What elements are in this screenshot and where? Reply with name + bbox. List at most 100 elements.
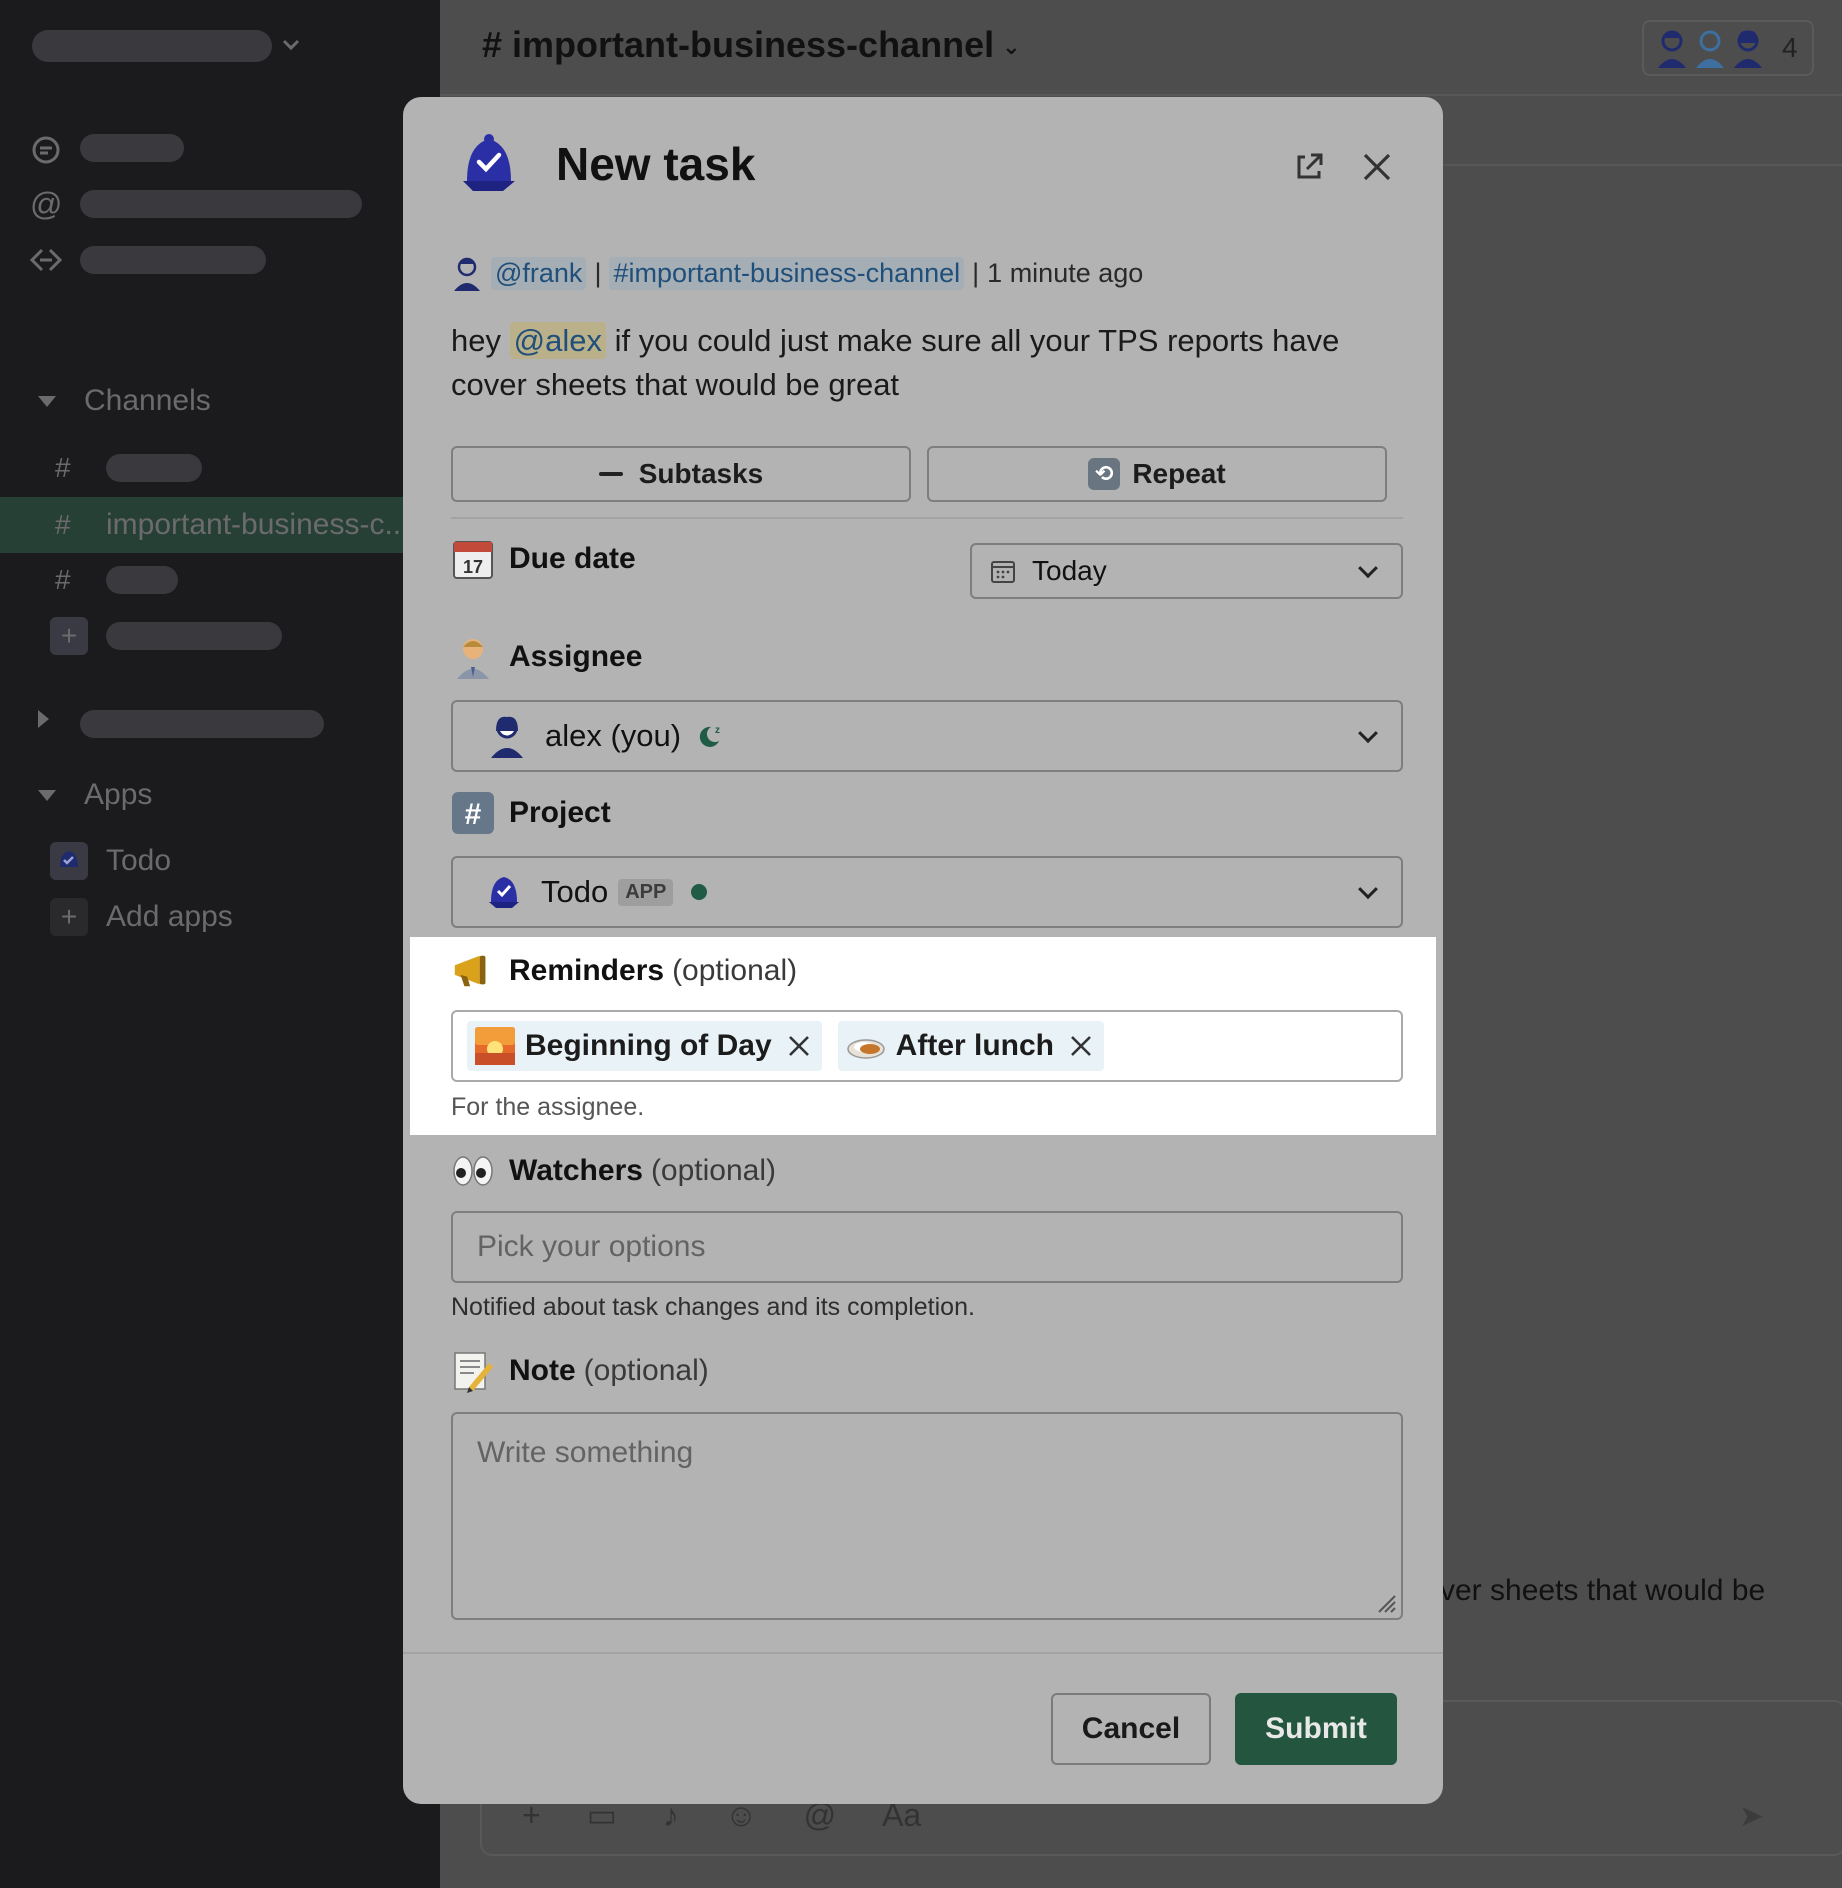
members-button[interactable]: 4 — [1642, 20, 1814, 76]
channel-title[interactable]: # important-business-channel ⌄ — [482, 24, 1021, 66]
subtasks-button[interactable]: Subtasks — [451, 446, 911, 502]
sidebar-channel-3[interactable]: # — [0, 552, 440, 608]
due-date-label: 17 Due date — [451, 537, 636, 581]
remove-icon[interactable] — [1068, 1033, 1094, 1059]
apps-section-header[interactable]: Apps — [38, 778, 152, 812]
sidebar-channel-1[interactable]: # — [0, 440, 440, 496]
repeat-button[interactable]: ⟲ Repeat — [927, 446, 1387, 502]
message-time: 1 minute ago — [987, 257, 1144, 288]
office-worker-icon — [451, 635, 495, 679]
message-fragment: ver sheets that would be — [1440, 1574, 1766, 1607]
divider — [451, 517, 1403, 519]
avatar-icon — [1734, 30, 1762, 68]
app-badge: APP — [618, 878, 674, 906]
collapsed-section-header[interactable] — [38, 710, 77, 728]
channel-link[interactable]: #important-business-channel — [609, 256, 965, 290]
megaphone-icon — [451, 949, 495, 993]
channel-header: # important-business-channel ⌄ 4 — [440, 0, 1842, 96]
sidebar-add-apps[interactable]: + Add apps — [0, 889, 440, 945]
hash-icon: # — [55, 452, 71, 483]
sidebar: @ Channels # # important-business-c... #… — [0, 0, 440, 1888]
away-moon-icon: z — [699, 725, 720, 747]
memo-icon — [451, 1349, 495, 1393]
hash-icon: # — [55, 509, 71, 540]
cancel-button[interactable]: Cancel — [1051, 1693, 1211, 1765]
watchers-placeholder: Pick your options — [477, 1230, 706, 1263]
reminder-chip-after-lunch[interactable]: After lunch — [837, 1021, 1105, 1071]
add-apps-label: Add apps — [106, 900, 233, 933]
optional-tag: (optional) — [650, 1154, 777, 1187]
todo-bell-icon — [50, 842, 88, 880]
optional-tag: (optional) — [672, 954, 798, 987]
channel-name-placeholder — [106, 454, 202, 482]
watchers-label: Watchers (optional) — [451, 1149, 776, 1193]
repeat-icon: ⟲ — [1088, 458, 1121, 490]
drafts-placeholder[interactable] — [80, 246, 266, 274]
channels-section-header[interactable]: Channels — [38, 384, 211, 418]
mentions-placeholder[interactable] — [80, 190, 362, 218]
assignee-select[interactable]: alex (you) z — [451, 700, 1403, 772]
mentions-icon[interactable]: @ — [30, 186, 62, 223]
chevron-down-icon: ⌄ — [1002, 34, 1021, 60]
reminders-label: Reminders (optional) — [451, 949, 797, 993]
project-value: Todo — [541, 874, 609, 909]
app-label: Todo — [106, 844, 172, 877]
svg-text:#: # — [465, 798, 482, 831]
reminder-chip-label: After lunch — [895, 1029, 1055, 1062]
avatar-icon — [491, 716, 523, 758]
channel-name-placeholder — [106, 566, 178, 594]
author-mention[interactable]: @frank — [491, 256, 587, 290]
due-date-select[interactable]: Today — [970, 543, 1403, 599]
open-external-icon[interactable] — [1291, 149, 1327, 185]
close-icon[interactable] — [1359, 149, 1395, 185]
send-icon[interactable]: ➤ — [1739, 1799, 1764, 1834]
reminders-section: Reminders (optional) Beginning of Day Af… — [410, 937, 1436, 1135]
svg-text:z: z — [715, 725, 720, 736]
assignee-value: alex (you) — [545, 718, 682, 753]
sidebar-channel-active[interactable]: # important-business-c... — [0, 497, 440, 553]
new-task-modal: New task @frank | #important-business-ch… — [403, 97, 1443, 1804]
collapsed-section-placeholder[interactable] — [80, 710, 324, 738]
threads-placeholder[interactable] — [80, 134, 184, 162]
active-channel-label: important-business-c... — [106, 508, 410, 541]
member-count: 4 — [1782, 32, 1798, 63]
chevron-down-icon — [1358, 723, 1378, 744]
drafts-icon[interactable] — [28, 246, 64, 274]
remove-icon[interactable] — [786, 1033, 812, 1059]
reminders-hint: For the assignee. — [451, 1093, 645, 1121]
hash-icon: # — [451, 791, 495, 835]
workspace-name-placeholder[interactable] — [32, 30, 272, 62]
project-select[interactable]: Todo APP — [451, 856, 1403, 928]
message-meta: @frank | #important-business-channel | 1… — [451, 255, 1143, 291]
avatar-icon — [1696, 30, 1724, 68]
threads-icon[interactable] — [30, 134, 62, 166]
calendar-17-icon: 17 — [451, 537, 495, 581]
plus-icon: + — [50, 898, 88, 936]
watchers-multiselect[interactable]: Pick your options — [451, 1211, 1403, 1283]
chevron-down-icon[interactable] — [282, 38, 300, 52]
online-status-icon — [691, 884, 708, 900]
todo-bell-icon — [489, 877, 519, 908]
todo-bell-icon — [463, 134, 515, 191]
modal-title: New task — [556, 138, 756, 190]
reminders-multiselect[interactable]: Beginning of Day After lunch — [451, 1010, 1403, 1082]
message-text: hey @alex if you could just make sure al… — [451, 322, 1340, 402]
svg-text:17: 17 — [463, 557, 483, 577]
note-label: Note (optional) — [451, 1349, 709, 1393]
resize-handle-icon[interactable] — [1371, 1588, 1397, 1614]
user-mention[interactable]: @alex — [509, 322, 606, 359]
note-placeholder: Write something — [477, 1436, 694, 1469]
optional-tag: (optional) — [583, 1354, 709, 1387]
meta-separator: | — [972, 257, 980, 288]
chevron-down-icon — [1358, 879, 1378, 900]
sidebar-app-todo[interactable]: Todo — [0, 833, 440, 889]
submit-button[interactable]: Submit — [1235, 1693, 1397, 1765]
add-channel-placeholder[interactable] — [106, 622, 282, 650]
eyes-icon — [451, 1149, 495, 1193]
hash-icon: # — [55, 564, 71, 595]
calendar-icon — [991, 561, 1015, 583]
note-textarea[interactable]: Write something — [451, 1412, 1403, 1620]
reminder-chip-beginning-of-day[interactable]: Beginning of Day — [467, 1021, 822, 1071]
add-channel-icon[interactable]: + — [50, 617, 88, 655]
avatar-icon — [1658, 30, 1686, 68]
